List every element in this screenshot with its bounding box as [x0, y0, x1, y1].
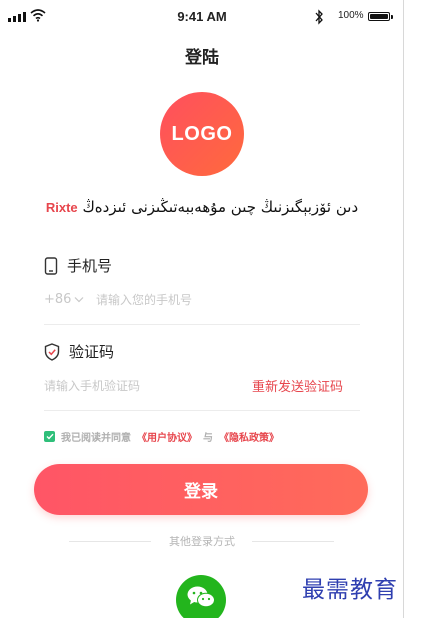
country-code-value: +86	[44, 292, 72, 307]
welcome-text: دىن ئۆزبېگىزنىڭ چىن مۇھەببەتىڭىزنى ئىزدە…	[82, 198, 359, 216]
code-field-label: 验证码	[44, 341, 114, 362]
agreement-row: 我已阅读并同意 《用户协议》与《隐私政策》	[44, 429, 279, 444]
agreement-checkbox[interactable]	[44, 431, 55, 442]
check-icon	[46, 433, 54, 440]
agreement-prefix: 我已阅读并同意	[61, 433, 131, 444]
battery-percent: 100%	[338, 10, 364, 21]
shield-check-icon	[44, 342, 60, 361]
mobile-phone-icon	[44, 256, 58, 275]
phone-field-label: 手机号	[44, 255, 112, 276]
user-agreement-link[interactable]: 《用户协议》	[137, 429, 197, 444]
code-label-text: 验证码	[69, 343, 115, 361]
wechat-icon	[187, 586, 215, 608]
privacy-policy-link[interactable]: 《隐私政策》	[219, 429, 279, 444]
battery-icon	[368, 12, 393, 21]
login-button[interactable]: 登录	[34, 464, 368, 515]
country-code-select[interactable]: +86	[44, 292, 84, 307]
watermark: 最需教育	[302, 577, 398, 603]
divider	[44, 324, 360, 325]
wechat-login-button[interactable]	[176, 575, 226, 618]
app-logo: LOGO	[160, 92, 244, 176]
divider-right	[252, 541, 334, 542]
status-bar: 9:41 AM 100%	[0, 0, 403, 32]
chevron-down-icon	[75, 297, 84, 303]
resend-code-button[interactable]: 重新发送验证码	[252, 376, 343, 395]
page-title: 登陆	[185, 48, 219, 68]
agreement-joiner: 与	[203, 433, 213, 444]
login-screen: 9:41 AM 100% 登陆 LOGO Rixte دىن ئۆزبېگىزن…	[0, 0, 404, 618]
brand-name: Rixte	[45, 200, 78, 215]
phone-label-text: 手机号	[67, 257, 113, 275]
welcome-message: Rixte دىن ئۆزبېگىزنىڭ چىن مۇھەببەتىڭىزنى…	[0, 198, 403, 216]
logo-text: LOGO	[171, 122, 233, 145]
verification-code-input[interactable]	[44, 376, 224, 396]
phone-number-input[interactable]	[96, 290, 356, 310]
bluetooth-icon	[315, 9, 323, 25]
other-login-label: 其他登录方式	[169, 535, 235, 548]
divider	[44, 410, 360, 411]
